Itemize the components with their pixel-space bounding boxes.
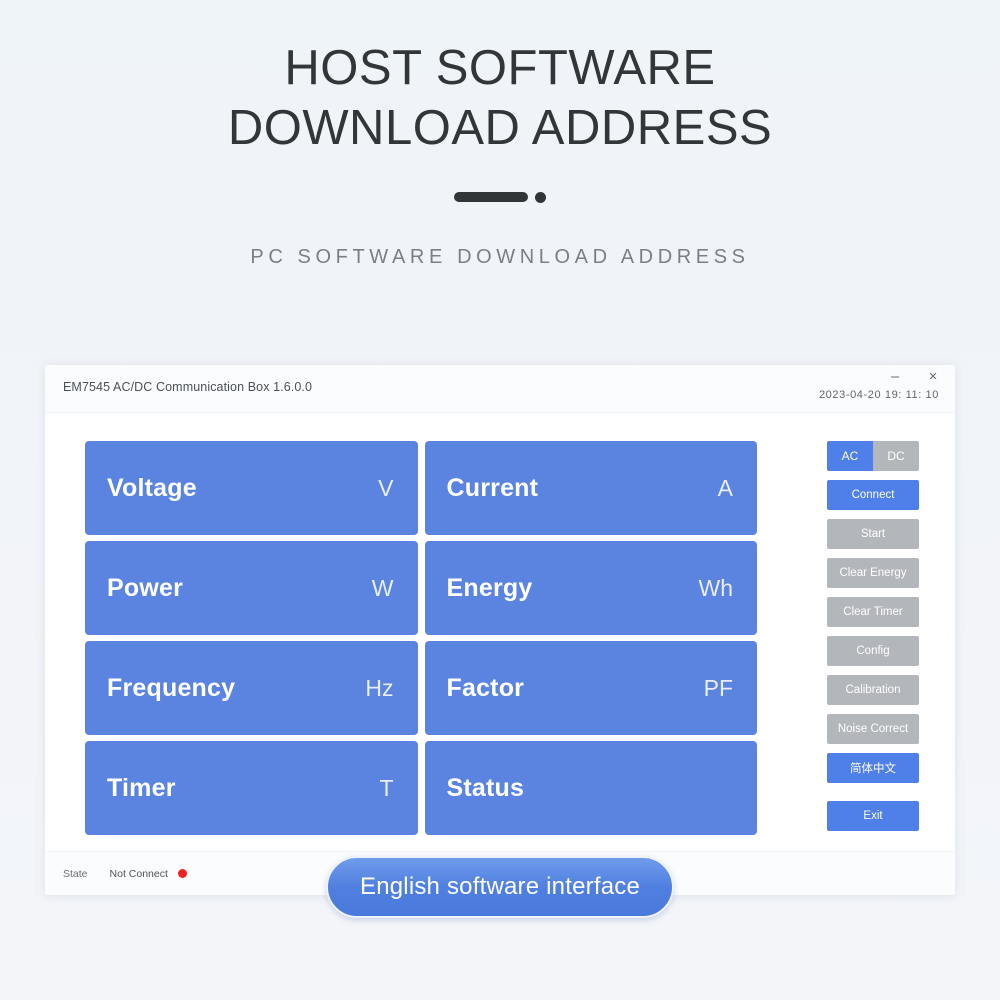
divider-bar-icon xyxy=(454,192,528,202)
status-label: State xyxy=(63,867,88,880)
tile-label: Timer xyxy=(107,773,176,802)
app-window-title: EM7545 AC/DC Communication Box 1.6.0.0 xyxy=(63,380,313,394)
tile-unit: T xyxy=(379,774,394,801)
divider-dot-icon xyxy=(535,191,546,203)
measurement-tile-current[interactable]: Current A xyxy=(424,441,757,535)
tile-unit: V xyxy=(378,474,394,501)
tile-unit: W xyxy=(371,574,394,601)
status-value: Not Connect xyxy=(109,867,168,880)
tile-label: Energy xyxy=(446,573,533,602)
measurement-tile-energy[interactable]: Energy Wh xyxy=(424,541,757,635)
tile-unit: Hz xyxy=(365,674,394,701)
minimize-icon[interactable]: – xyxy=(887,369,903,385)
language-button-chinese[interactable]: 简体中文 xyxy=(827,753,919,783)
connect-button[interactable]: Connect xyxy=(827,480,919,510)
measurement-tile-power[interactable]: Power W xyxy=(85,541,418,635)
page-header: HOST SOFTWARE DOWNLOAD ADDRESS PC SOFTWA… xyxy=(0,0,1000,269)
title-divider xyxy=(450,191,550,203)
status-indicator-icon xyxy=(177,869,187,878)
tile-label: Frequency xyxy=(107,673,236,702)
tile-unit: PF xyxy=(703,674,733,701)
tile-label: Factor xyxy=(446,673,525,702)
measurement-tile-timer[interactable]: Timer T xyxy=(85,741,418,835)
measurement-tile-voltage[interactable]: Voltage V xyxy=(85,441,418,535)
tile-unit: A xyxy=(717,474,733,501)
mode-button-ac[interactable]: AC xyxy=(827,441,873,471)
app-body: Voltage V Current A Power W Energy Wh Fr… xyxy=(45,413,955,895)
page-subtitle: PC SOFTWARE DOWNLOAD ADDRESS xyxy=(250,246,750,268)
clock-timestamp: 2023-04-20 19: 11: 10 xyxy=(818,389,939,401)
start-button[interactable]: Start xyxy=(827,519,919,549)
exit-button[interactable]: Exit xyxy=(827,801,919,831)
mode-button-dc[interactable]: DC xyxy=(873,441,919,471)
clear-timer-button[interactable]: Clear Timer xyxy=(827,597,919,627)
tile-unit: Wh xyxy=(698,574,734,601)
mode-toggle: AC DC xyxy=(827,441,919,471)
page-title: HOST SOFTWARE DOWNLOAD ADDRESS xyxy=(0,38,1000,158)
page-title-line1: HOST SOFTWARE xyxy=(284,41,716,95)
tile-label: Status xyxy=(446,773,525,802)
tile-label: Voltage xyxy=(107,473,197,502)
caption-pill[interactable]: English software interface xyxy=(326,856,674,918)
measurement-tile-grid: Voltage V Current A Power W Energy Wh Fr… xyxy=(85,441,757,835)
control-panel: AC DC Connect Start Clear Energy Clear T… xyxy=(827,441,919,831)
tile-label: Power xyxy=(107,573,184,602)
app-window: EM7545 AC/DC Communication Box 1.6.0.0 –… xyxy=(45,365,955,895)
caption-text: English software interface xyxy=(359,873,640,900)
measurement-tile-frequency[interactable]: Frequency Hz xyxy=(85,641,418,735)
tile-label: Current xyxy=(446,473,539,502)
window-controls: – × xyxy=(887,369,941,385)
measurement-tile-status[interactable]: Status xyxy=(424,741,757,835)
close-icon[interactable]: × xyxy=(925,369,941,385)
app-titlebar: EM7545 AC/DC Communication Box 1.6.0.0 –… xyxy=(45,365,955,413)
calibration-button[interactable]: Calibration xyxy=(827,675,919,705)
noise-correct-button[interactable]: Noise Correct xyxy=(827,714,919,744)
config-button[interactable]: Config xyxy=(827,636,919,666)
measurement-tile-factor[interactable]: Factor PF xyxy=(424,641,757,735)
page-title-line2: DOWNLOAD ADDRESS xyxy=(227,101,773,155)
clear-energy-button[interactable]: Clear Energy xyxy=(827,558,919,588)
page-root: HOST SOFTWARE DOWNLOAD ADDRESS PC SOFTWA… xyxy=(0,0,1000,1000)
